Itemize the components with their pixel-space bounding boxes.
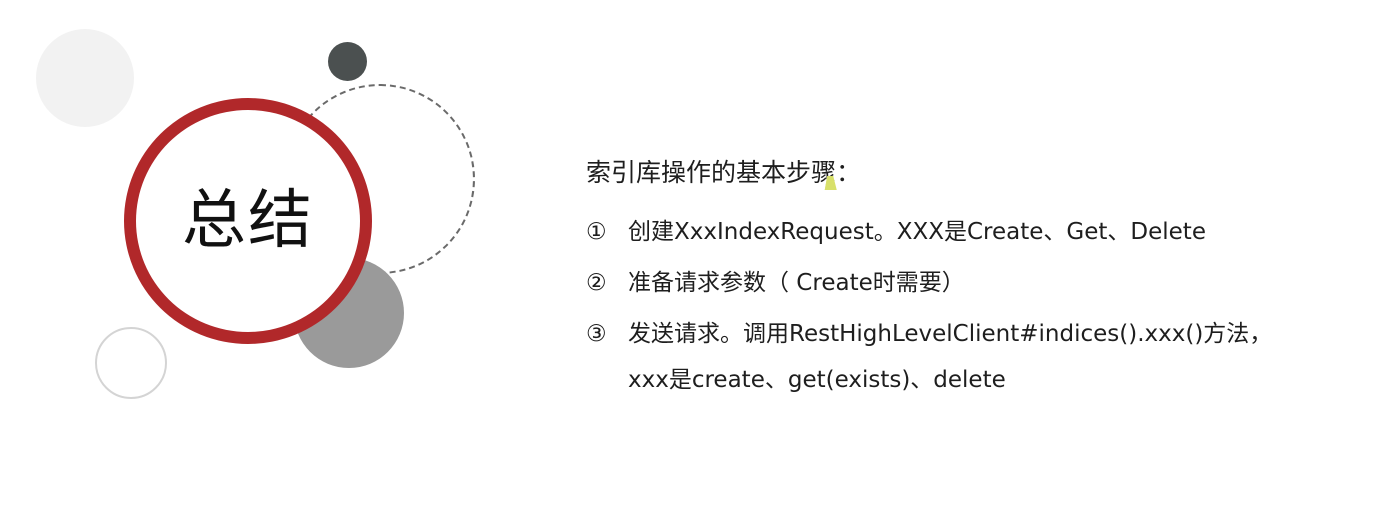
step-text: 创建XxxIndexRequest。XXX是Create、Get、Delete	[628, 219, 1206, 245]
mouse-cursor-icon	[824, 176, 840, 190]
step-item: ③ 发送请求。调用RestHighLevelClient#indices().x…	[586, 311, 1306, 403]
title-ring: 总结	[124, 98, 372, 344]
step-number: ①	[586, 219, 607, 245]
step-item: ① 创建XxxIndexRequest。XXX是Create、Get、Delet…	[586, 209, 1306, 255]
step-number: ③	[586, 321, 607, 347]
step-number: ②	[586, 270, 607, 296]
decorative-circle-dark	[328, 42, 367, 81]
step-item: ② 准备请求参数（ Create时需要）	[586, 260, 1306, 306]
decorative-circle-outline	[95, 327, 167, 399]
step-text: 发送请求。调用RestHighLevelClient#indices().xxx…	[628, 321, 1273, 393]
step-text: 准备请求参数（ Create时需要）	[628, 270, 965, 296]
summary-content: 索引库操作的基本步骤： ① 创建XxxIndexRequest。XXX是Crea…	[586, 155, 1306, 408]
slide-title: 总结	[182, 184, 314, 258]
summary-heading: 索引库操作的基本步骤：	[586, 158, 862, 187]
decorative-circle-light	[36, 29, 134, 127]
